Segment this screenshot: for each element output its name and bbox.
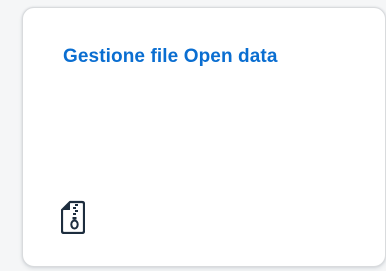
zip-file-icon [61, 200, 85, 234]
app-tile-gestione-file-open-data[interactable]: Gestione file Open data [22, 7, 386, 267]
tile-title: Gestione file Open data [63, 46, 278, 67]
